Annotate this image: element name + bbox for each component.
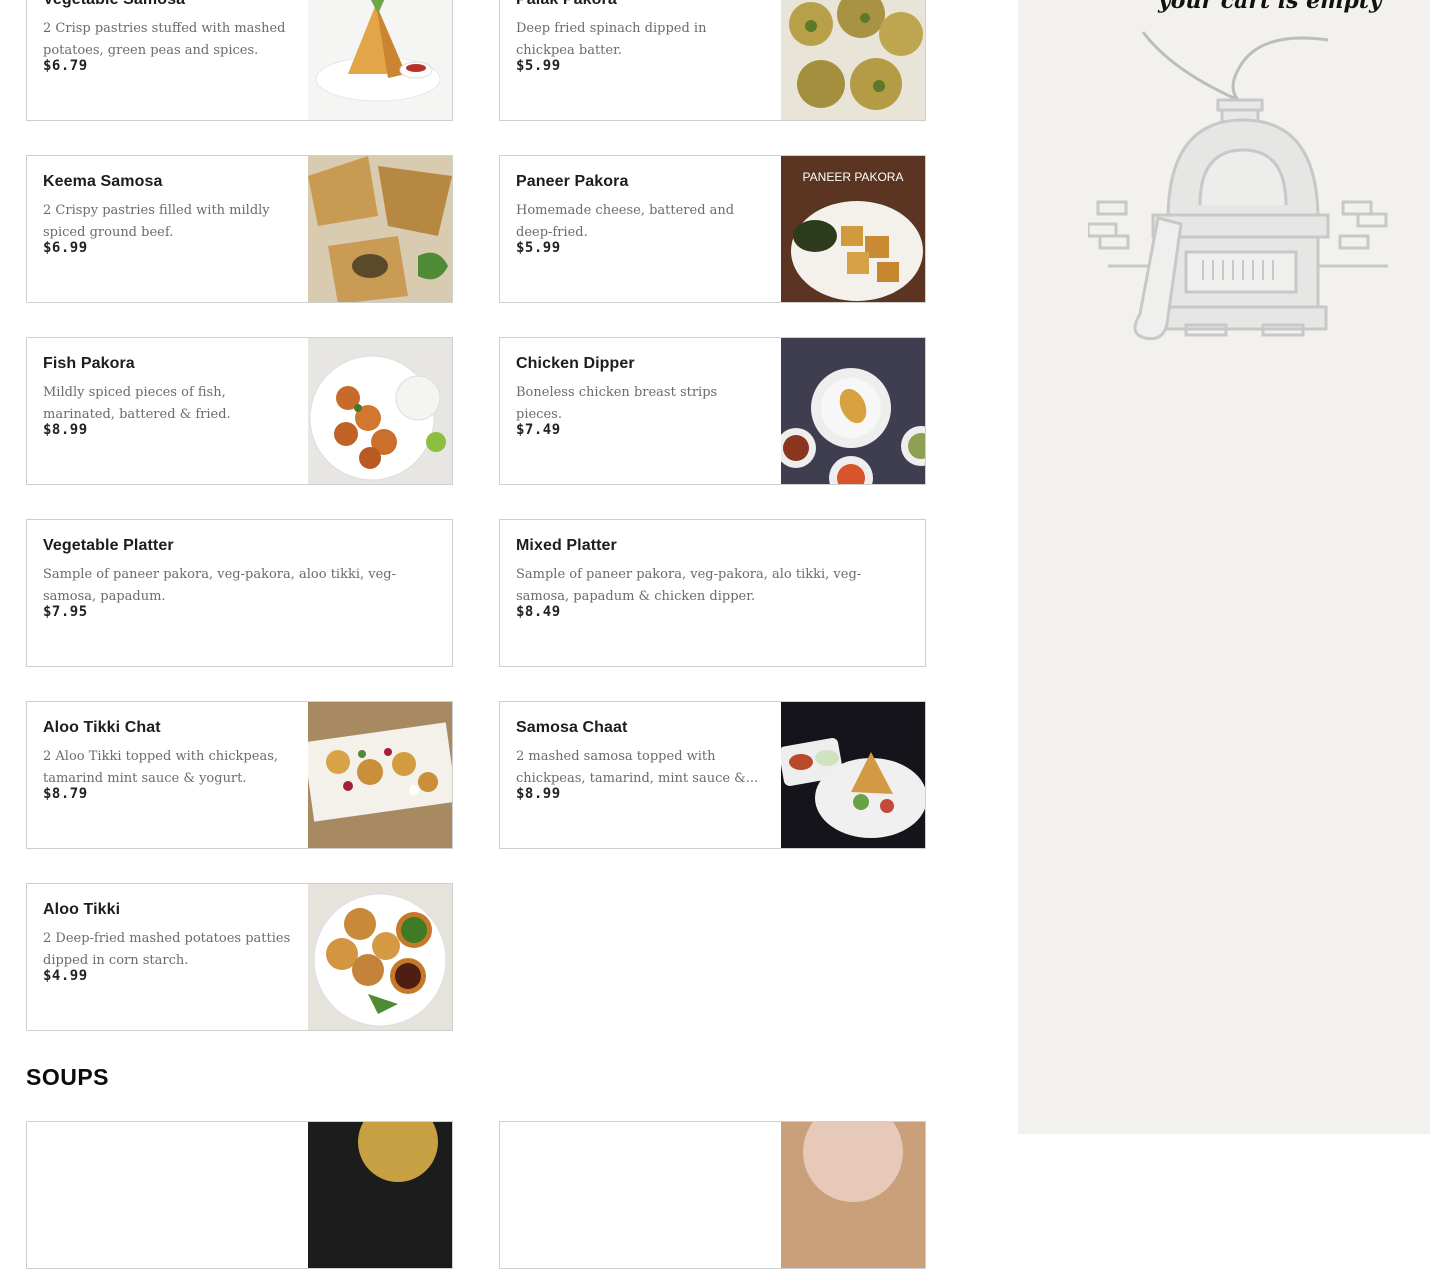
menu-item-info: Mixed Platter Sample of paneer pakora, v… — [516, 520, 909, 666]
menu-item-price: $7.95 — [43, 604, 88, 620]
menu-item-card[interactable]: Vegetable Samosa 2 Crisp pastries stuffe… — [26, 0, 453, 121]
menu-item-description: Boneless chicken breast strips pieces. — [516, 385, 718, 422]
menu-item-card[interactable] — [499, 1121, 926, 1269]
menu-item-description: 2 Crisp pastries stuffed with mashed pot… — [43, 21, 286, 58]
chicken-dipper-photo — [781, 338, 925, 484]
pakora-photo — [781, 0, 925, 120]
menu-item-card[interactable]: Paneer Pakora Homemade cheese, battered … — [499, 155, 926, 303]
pizza-oven-illustration — [1086, 20, 1408, 365]
empty-cart-message: your cart is empty — [1158, 0, 1382, 14]
aloo-tikki-photo — [308, 884, 452, 1030]
menu-item-card[interactable]: Samosa Chaat 2 mashed samosa topped with… — [499, 701, 926, 849]
menu-item-card[interactable]: Aloo Tikki 2 Deep-fried mashed potatoes … — [26, 883, 453, 1031]
menu-item-price: $6.99 — [43, 240, 88, 256]
menu-item-description: Homemade cheese, battered and deep-fried… — [516, 203, 735, 240]
menu-item-price: $6.79 — [43, 58, 88, 74]
menu-item-card[interactable]: Fish Pakora Mildly spiced pieces of fish… — [26, 337, 453, 485]
soup-photo — [308, 1122, 452, 1268]
paneer-pakora-photo: PANEER PAKORA — [781, 156, 925, 302]
menu-item-description: Deep fried spinach dipped in chickpea ba… — [516, 21, 707, 58]
menu-item-name: Mixed Platter — [516, 537, 617, 554]
menu-item-info: Fish Pakora Mildly spiced pieces of fish… — [43, 338, 292, 484]
menu-item-name: Aloo Tikki — [43, 901, 121, 918]
menu-item-info: Chicken Dipper Boneless chicken breast s… — [516, 338, 765, 484]
menu-item-card[interactable]: Chicken Dipper Boneless chicken breast s… — [499, 337, 926, 485]
menu-item-card[interactable]: Keema Samosa 2 Crispy pastries filled wi… — [26, 155, 453, 303]
menu-item-info: Samosa Chaat 2 mashed samosa topped with… — [516, 702, 765, 848]
menu-item-price: $8.49 — [516, 604, 561, 620]
menu-item-name: Palak Pakora — [516, 0, 617, 9]
menu-item-description: 2 Deep-fried mashed potatoes patties dip… — [43, 931, 291, 968]
samosa-photo — [308, 0, 452, 120]
menu-item-name: Keema Samosa — [43, 173, 163, 190]
menu-item-price: $4.99 — [43, 968, 88, 984]
menu-item-name: Vegetable Samosa — [43, 0, 185, 9]
menu-item-name: Fish Pakora — [43, 355, 135, 372]
menu-item-info: Palak Pakora Deep fried spinach dipped i… — [516, 0, 765, 120]
soup-photo — [781, 1122, 925, 1268]
fish-pakora-photo — [308, 338, 452, 484]
menu-item-description: 2 mashed samosa topped with chickpeas, t… — [516, 749, 759, 786]
menu-item-price: $7.49 — [516, 422, 561, 438]
menu-item-description: 2 Aloo Tikki topped with chickpeas, tama… — [43, 749, 279, 786]
menu-item-price: $5.99 — [516, 240, 561, 256]
menu-item-card[interactable]: Aloo Tikki Chat 2 Aloo Tikki topped with… — [26, 701, 453, 849]
section-title-soups: SOUPS — [26, 1064, 110, 1090]
menu-item-price: $8.79 — [43, 786, 88, 802]
menu-item-name: Vegetable Platter — [43, 537, 174, 554]
menu-item-card[interactable] — [26, 1121, 453, 1269]
menu-item-info: Aloo Tikki 2 Deep-fried mashed potatoes … — [43, 884, 292, 1030]
tikki-chat-photo — [308, 702, 452, 848]
keema-samosa-photo — [308, 156, 452, 302]
menu-item-price: $8.99 — [516, 786, 561, 802]
menu-item-info: Vegetable Samosa 2 Crisp pastries stuffe… — [43, 0, 292, 120]
menu-item-description: Mildly spiced pieces of fish, marinated,… — [43, 385, 231, 422]
menu-item-card[interactable]: Vegetable Platter Sample of paneer pakor… — [26, 519, 453, 667]
photo-caption: PANEER PAKORA — [803, 170, 904, 184]
menu-item-price: $5.99 — [516, 58, 561, 74]
menu-item-card[interactable]: Mixed Platter Sample of paneer pakora, v… — [499, 519, 926, 667]
menu-item-name: Chicken Dipper — [516, 355, 635, 372]
menu-item-info: Keema Samosa 2 Crispy pastries filled wi… — [43, 156, 292, 302]
menu-item-card[interactable]: Palak Pakora Deep fried spinach dipped i… — [499, 0, 926, 121]
menu-item-description: 2 Crispy pastries filled with mildly spi… — [43, 203, 270, 240]
menu-item-info: Aloo Tikki Chat 2 Aloo Tikki topped with… — [43, 702, 292, 848]
menu-item-name: Samosa Chaat — [516, 719, 628, 736]
cart-panel: your cart is empty — [1018, 0, 1430, 1134]
menu-item-info: Vegetable Platter Sample of paneer pakor… — [43, 520, 436, 666]
menu-item-name: Paneer Pakora — [516, 173, 629, 190]
menu-area: Vegetable Samosa 2 Crisp pastries stuffe… — [0, 0, 1018, 1269]
samosa-chaat-photo — [781, 702, 925, 848]
menu-item-description: Sample of paneer pakora, veg-pakora, alo… — [516, 567, 862, 604]
menu-item-description: Sample of paneer pakora, veg-pakora, alo… — [43, 567, 397, 604]
menu-item-info: Paneer Pakora Homemade cheese, battered … — [516, 156, 765, 302]
menu-item-price: $8.99 — [43, 422, 88, 438]
menu-item-name: Aloo Tikki Chat — [43, 719, 161, 736]
